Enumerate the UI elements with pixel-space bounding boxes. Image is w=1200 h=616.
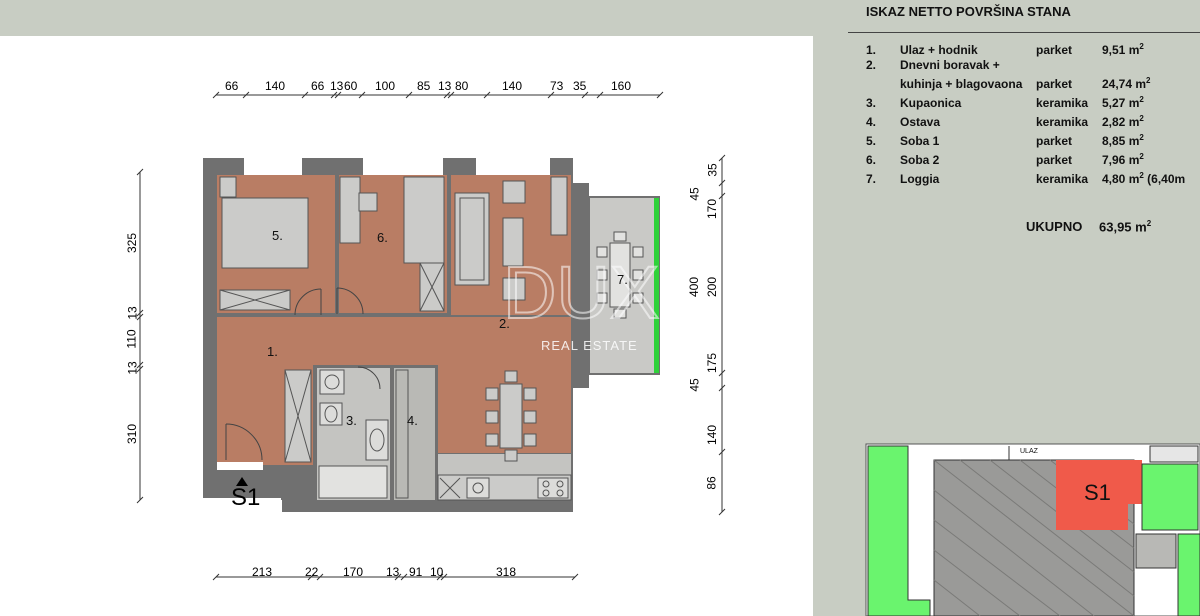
- floor-material: parket: [1036, 43, 1073, 57]
- floor-material: keramika: [1036, 96, 1089, 110]
- dim-top-7: 85: [417, 79, 431, 93]
- dim-top-11: 73: [550, 79, 564, 93]
- title-divider: [848, 32, 1200, 33]
- window: [476, 158, 550, 176]
- area-row: 6. Soba 2 parket 7,96 m2: [864, 149, 1187, 168]
- dim-right-2: 45: [687, 187, 702, 201]
- key-plan: [865, 443, 1200, 616]
- dim-right-5: 200: [705, 276, 720, 298]
- room-name: Dnevni boravak +: [900, 58, 1000, 72]
- total-value: 63,95 m2: [1099, 219, 1152, 235]
- room-name: Soba 1: [900, 134, 940, 148]
- dux-logo: DUX: [503, 251, 659, 334]
- dim-right-1: 35: [705, 163, 720, 177]
- window: [244, 158, 302, 176]
- dim-left-2: 13: [125, 306, 140, 320]
- floor-material: keramika: [1036, 115, 1089, 129]
- area-row: 5. Soba 1 parket 8,85 m2: [864, 130, 1187, 149]
- room-name: Loggia: [900, 172, 940, 186]
- room-label-3: 3.: [346, 413, 357, 428]
- room-label-7: 7.: [617, 272, 628, 287]
- room-area: 8,85 m2: [1102, 133, 1144, 148]
- row-number: 3.: [866, 96, 877, 110]
- dim-right-3: 170: [705, 198, 720, 220]
- room-area: 2,82 m2: [1102, 114, 1144, 129]
- key-plan-road-label: ULAZ: [1020, 448, 1038, 455]
- area-table-title: ISKAZ NETTO POVRŠINA STANA: [866, 4, 1071, 19]
- watermark-text: REAL ESTATE: [541, 338, 638, 353]
- dim-top-1: 66: [225, 79, 239, 93]
- room-label-5: 5.: [272, 228, 283, 243]
- row-number: 5.: [866, 134, 877, 148]
- floor-material: keramika: [1036, 172, 1089, 186]
- total-label: UKUPNO: [1026, 219, 1083, 234]
- room-area: 24,74 m2: [1102, 76, 1151, 91]
- dim-top-6: 100: [375, 79, 396, 93]
- area-row: 3. Kupaonica keramika 5,27 m2: [864, 92, 1187, 111]
- dim-top-4: 13: [330, 79, 344, 93]
- room-4-floor: [394, 368, 435, 500]
- dim-left-1: 325: [125, 232, 140, 254]
- dim-top-10: 140: [502, 79, 523, 93]
- row-number: 4.: [866, 115, 877, 129]
- room-area: 4,80 m2 (6,40m: [1102, 171, 1186, 186]
- room-label-6: 6.: [377, 230, 388, 245]
- section-label: S1: [231, 484, 261, 511]
- dim-top-3: 66: [311, 79, 325, 93]
- room-area: 5,27 m2: [1102, 95, 1144, 110]
- dim-top-13: 160: [611, 79, 632, 93]
- dim-right-9: 86: [704, 476, 719, 490]
- area-row: 4. Ostava keramika 2,82 m2: [864, 111, 1187, 130]
- dim-top-8: 13: [438, 79, 452, 93]
- dim-top-12: 35: [573, 79, 587, 93]
- row-number: 1.: [866, 43, 877, 57]
- row-number: 7.: [866, 172, 877, 186]
- area-row: 2. Dnevni boravak +: [864, 58, 1187, 73]
- row-number: 6.: [866, 153, 877, 167]
- room-name: Kupaonica: [900, 96, 962, 110]
- dim-left-4: 13: [125, 361, 140, 375]
- dim-top-5: 60: [344, 79, 358, 93]
- area-row: kuhinja + blagovaona parket 24,74 m2: [864, 73, 1187, 92]
- dim-bottom-7: 318: [496, 565, 517, 579]
- floor-material: parket: [1036, 153, 1073, 167]
- dim-top-9: 80: [455, 79, 469, 93]
- room-area: [1100, 58, 1187, 73]
- dim-left-3: 110: [124, 329, 139, 349]
- floor-material: parket: [1036, 77, 1073, 91]
- dux-watermark: DUX: [502, 250, 660, 335]
- dim-right-4: 400: [687, 276, 702, 298]
- area-table: 1. Ulaz + hodnik parket 9,51 m2 2. Dnevni bor…: [864, 39, 1187, 187]
- dim-bottom-2: 22: [305, 565, 319, 579]
- dim-right-6: 175: [705, 352, 720, 374]
- dim-bottom-3: 170: [343, 565, 364, 579]
- dim-right-7: 45: [687, 378, 702, 392]
- floor-material: parket: [1036, 134, 1073, 148]
- dim-bottom-4: 13: [386, 565, 400, 579]
- dim-left-5: 310: [125, 423, 140, 445]
- key-plan-unit-label: S1: [1084, 480, 1111, 505]
- row-number: 2.: [866, 58, 877, 72]
- room-area: 7,96 m2: [1102, 152, 1144, 167]
- dim-bottom-1: 213: [252, 565, 273, 579]
- floor-material: [1034, 58, 1100, 73]
- room-label-2: 2.: [499, 316, 510, 331]
- room-area: 9,51 m2: [1102, 42, 1144, 57]
- room-label-1: 1.: [267, 344, 278, 359]
- room-name: Ulaz + hodnik: [900, 43, 978, 57]
- window: [363, 158, 443, 176]
- room-name: Soba 2: [900, 153, 940, 167]
- room-label-4: 4.: [407, 413, 418, 428]
- dim-bottom-6: 10: [430, 565, 444, 579]
- dim-bottom-5: 91: [409, 565, 423, 579]
- row-number: [864, 73, 898, 92]
- area-row: 1. Ulaz + hodnik parket 9,51 m2: [864, 39, 1187, 58]
- room-name: kuhinja + blagovaona: [900, 77, 1023, 91]
- room-name: Ostava: [900, 115, 941, 129]
- dim-right-8: 140: [705, 424, 720, 446]
- area-row: 7. Loggia keramika 4,80 m2 (6,40m: [864, 168, 1187, 187]
- dim-top-2: 140: [265, 79, 286, 93]
